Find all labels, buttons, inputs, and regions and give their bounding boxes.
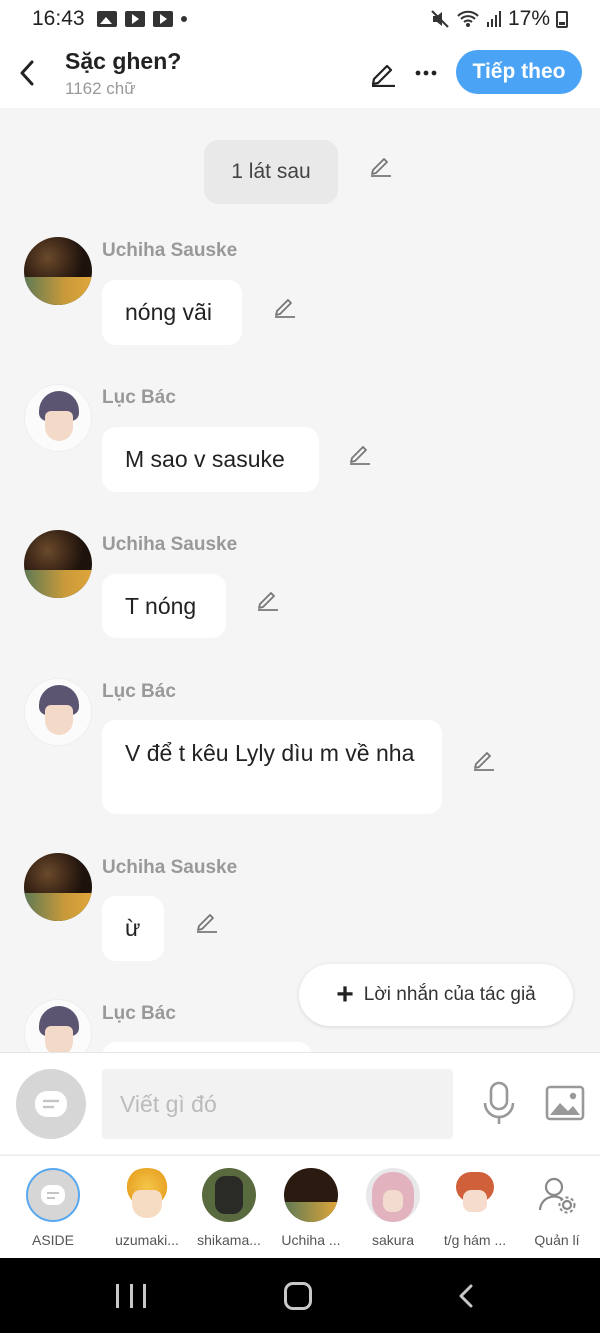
more-notifications-dot-icon (180, 16, 187, 22)
word-count: 1162 chữ (65, 79, 136, 98)
edit-title-button[interactable] (366, 56, 400, 90)
character-name: uzumaki... (115, 1232, 179, 1248)
chat-area[interactable]: 1 lát sau Uchiha Sauske nóng vãi Lục Bác… (0, 108, 600, 1052)
system-nav-bar (0, 1258, 600, 1333)
image-icon[interactable] (544, 1083, 586, 1123)
character-selector: ASIDE uzumaki... shikama... Uchiha ... s… (0, 1155, 600, 1258)
character-name: Uchiha ... (281, 1232, 341, 1248)
character-shikamaru[interactable]: shikama... (188, 1156, 270, 1259)
character-uzumaki[interactable]: uzumaki... (106, 1156, 188, 1259)
wifi-icon (457, 10, 479, 27)
author-note-label: Lời nhắn của tác giả (363, 984, 536, 1005)
character-aside[interactable]: ASIDE (0, 1156, 106, 1259)
sender-name: Uchiha Sauske (102, 240, 238, 261)
message-bubble[interactable]: M sao v sasuke (102, 427, 319, 492)
avatar-luc-bac[interactable] (24, 384, 92, 452)
mute-icon (431, 10, 449, 28)
youtube-notification-icon-2 (152, 11, 173, 27)
character-uchiha[interactable]: Uchiha ... (270, 1156, 352, 1259)
character-avatar (448, 1168, 502, 1222)
edit-icon[interactable] (471, 746, 497, 772)
signal-icon (486, 11, 501, 27)
character-avatar (366, 1168, 420, 1222)
character-sakura[interactable]: sakura (352, 1156, 434, 1259)
battery-icon (556, 10, 568, 28)
character-name: Quản lí (534, 1232, 580, 1248)
message-composer (0, 1052, 600, 1154)
aside-chat-icon (35, 1091, 67, 1117)
character-tg[interactable]: t/g hám ... (434, 1156, 516, 1259)
avatar-uchiha-sauske[interactable] (24, 853, 92, 921)
character-name: sakura (371, 1232, 415, 1248)
manage-characters-button[interactable]: Quản lí (516, 1156, 598, 1259)
message-bubble[interactable]: V để t kêu Lyly dìu m về nha (102, 720, 442, 814)
sender-name: Uchiha Sauske (102, 857, 238, 878)
pencil-icon (371, 64, 395, 87)
character-avatar (202, 1168, 256, 1222)
sender-name: Uchiha Sauske (102, 534, 238, 555)
message-bubble[interactable]: T nóng (102, 574, 226, 638)
aside-avatar (26, 1168, 80, 1222)
sender-name: Lục Bác (102, 1003, 176, 1024)
time-transition-chip[interactable]: 1 lát sau (204, 140, 338, 204)
more-horizontal-icon (415, 70, 437, 76)
current-speaker-avatar[interactable] (16, 1069, 86, 1139)
author-note-button[interactable]: + Lời nhắn của tác giả (299, 964, 573, 1026)
avatar-luc-bac[interactable] (24, 678, 92, 746)
next-button[interactable]: Tiếp theo (456, 50, 582, 94)
youtube-notification-icon (124, 11, 145, 27)
sender-name: Lục Bác (102, 387, 176, 408)
plus-icon: + (336, 978, 354, 1011)
avatar-uchiha-sauske[interactable] (24, 530, 92, 598)
avatar-luc-bac[interactable] (24, 999, 92, 1052)
microphone-icon[interactable] (478, 1081, 520, 1127)
manage-user-icon (530, 1168, 584, 1222)
character-avatar (284, 1168, 338, 1222)
chevron-left-icon (20, 60, 34, 86)
edit-icon[interactable] (272, 293, 298, 319)
recent-apps-icon[interactable] (116, 1284, 146, 1308)
character-name: ASIDE (31, 1232, 74, 1248)
character-name: shikama... (197, 1232, 261, 1248)
more-options-button[interactable] (410, 56, 442, 90)
battery-percent: 17% (507, 7, 550, 30)
edit-icon[interactable] (347, 440, 373, 466)
message-bubble[interactable] (102, 1042, 312, 1052)
edit-icon[interactable] (194, 908, 220, 934)
character-avatar (120, 1168, 174, 1222)
story-title: Sặc ghen? (65, 48, 182, 74)
avatar-uchiha-sauske[interactable] (24, 237, 92, 305)
back-button[interactable] (2, 38, 52, 108)
status-time: 16:43 (32, 7, 85, 30)
gallery-notification-icon (96, 11, 117, 27)
message-bubble[interactable]: nóng vãi (102, 280, 242, 345)
edit-icon[interactable] (368, 152, 394, 178)
edit-icon[interactable] (255, 586, 281, 612)
message-input[interactable] (102, 1069, 453, 1139)
story-header: Sặc ghen? 1162 chữ Tiếp theo (0, 38, 600, 108)
status-bar: 16:43 17% (0, 0, 600, 38)
back-nav-icon[interactable] (456, 1284, 476, 1308)
message-bubble[interactable]: ừ (102, 896, 164, 961)
character-name: t/g hám ... (443, 1232, 507, 1248)
aside-chat-icon (41, 1185, 65, 1205)
home-icon[interactable] (284, 1282, 312, 1310)
sender-name: Lục Bác (102, 681, 176, 702)
